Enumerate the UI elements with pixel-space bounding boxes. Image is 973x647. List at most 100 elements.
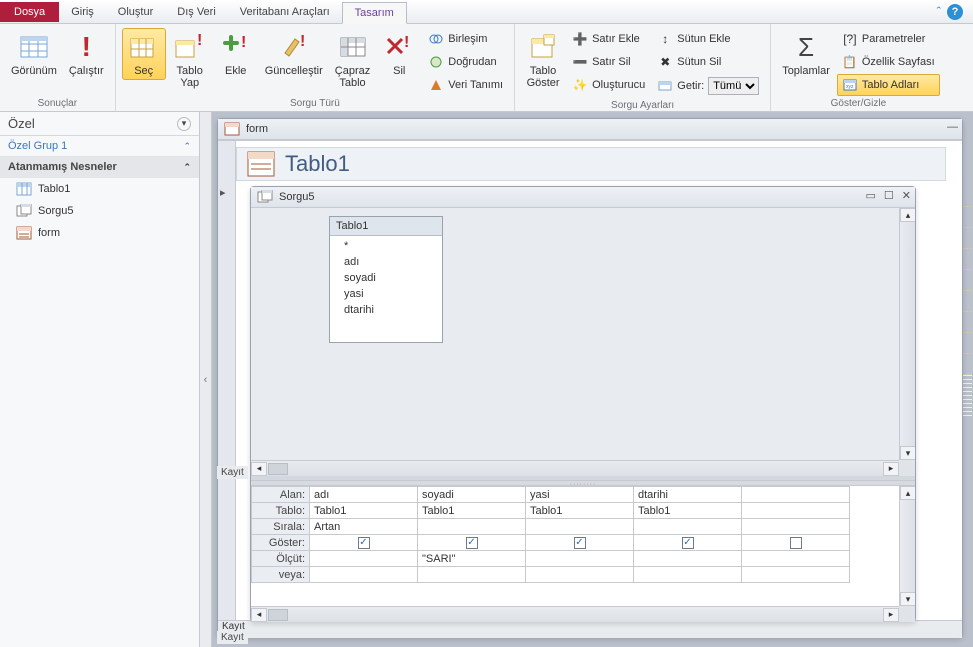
qbe-cell[interactable] — [742, 519, 850, 535]
qbe-row-label-criteria: Ölçüt: — [252, 551, 310, 567]
view-button[interactable]: Görünüm — [6, 28, 62, 80]
form-icon — [16, 226, 32, 240]
property-sheet-button[interactable]: 📋Özellik Sayfası — [837, 51, 940, 73]
tab-dbtools[interactable]: Veritabanı Araçları — [228, 2, 342, 22]
delete-cols-button[interactable]: ✖Sütun Sil — [652, 51, 764, 73]
qbe-cell[interactable]: Tablo1 — [418, 503, 526, 519]
form-logo-icon — [247, 151, 275, 177]
parameters-button[interactable]: [?]Parametreler — [837, 28, 940, 50]
nav-collapse-button[interactable] — [200, 112, 212, 647]
qbe-show-checkbox[interactable]: ✓ — [634, 535, 742, 551]
qbe-cell[interactable]: soyadi — [418, 487, 526, 503]
qbe-cell[interactable]: adı — [310, 487, 418, 503]
help-icon[interactable]: ? — [947, 4, 963, 20]
qbe-cell[interactable] — [310, 551, 418, 567]
qbe-cell[interactable] — [418, 567, 526, 583]
return-combo[interactable]: Getir: Tümü — [652, 74, 764, 98]
qbe-cell[interactable] — [526, 551, 634, 567]
form-header-band: Tablo1 — [236, 147, 946, 181]
qbe-cell[interactable] — [526, 519, 634, 535]
delete-rows-button[interactable]: ➖Satır Sil — [567, 51, 650, 73]
nav-item-tablo1[interactable]: Tablo1 — [0, 178, 199, 200]
qbe-cell[interactable] — [418, 519, 526, 535]
ribbon-minimize-icon[interactable]: ˆ — [937, 4, 941, 19]
record-navigator: Kayıt — [217, 631, 248, 644]
chevron-down-icon[interactable]: ▾ — [177, 117, 191, 131]
menu-tabs: Dosya Giriş Oluştur Dış Veri Veritabanı … — [0, 0, 973, 24]
insert-rows-button[interactable]: ➕Satır Ekle — [567, 28, 650, 50]
make-table-button[interactable]: ! Tablo Yap — [168, 28, 212, 92]
group-results: Görünüm ! Çalıştır Sonuçlar — [0, 24, 116, 111]
qbe-cell[interactable] — [634, 567, 742, 583]
qbe-cell[interactable] — [742, 487, 850, 503]
return-select[interactable]: Tümü — [708, 77, 759, 95]
qbe-cell[interactable]: yasi — [526, 487, 634, 503]
nav-item-sorgu5[interactable]: Sorgu5 — [0, 200, 199, 222]
select-query-button[interactable]: Seç — [122, 28, 166, 80]
form-window-titlebar[interactable]: form — — [218, 119, 962, 140]
qbe-cell[interactable]: Tablo1 — [634, 503, 742, 519]
query-diagram-pane[interactable]: Tablo1 * adı soyadi yasi dtarihi ▴▾ ◂▸ — [251, 208, 915, 480]
passthrough-button[interactable]: Doğrudan — [423, 51, 508, 73]
nav-header[interactable]: Özel ▾ — [0, 112, 199, 136]
table-names-button[interactable]: xyzTablo Adları — [837, 74, 940, 96]
nav-item-form[interactable]: form — [0, 222, 199, 244]
qbe-cell[interactable] — [742, 567, 850, 583]
qbe-cell[interactable] — [310, 567, 418, 583]
nav-group-1[interactable]: Özel Grup 1 ⌃ — [0, 136, 199, 157]
tab-create[interactable]: Oluştur — [106, 2, 165, 22]
qbe-cell[interactable] — [526, 567, 634, 583]
maximize-icon[interactable]: ☐ — [884, 189, 894, 202]
svg-text:!: ! — [241, 34, 246, 51]
close-icon[interactable]: ✕ — [902, 189, 911, 202]
qbe-cell[interactable]: Artan — [310, 519, 418, 535]
record-navigator[interactable]: Kayıt — [218, 620, 962, 638]
run-button[interactable]: ! Çalıştır — [64, 28, 109, 80]
tab-design[interactable]: Tasarım — [342, 2, 407, 24]
field-star[interactable]: * — [344, 238, 436, 254]
tab-file[interactable]: Dosya — [0, 2, 59, 22]
tab-home[interactable]: Giriş — [59, 2, 106, 22]
query-design-grid[interactable]: Alan: adı soyadi yasi dtarihi Tablo: Tab… — [251, 486, 915, 622]
crosstab-button[interactable]: Çapraz Tablo — [330, 28, 375, 92]
nav-group-unassigned[interactable]: Atanmamış Nesneler ⌃ — [0, 157, 199, 178]
minimize-icon[interactable]: — — [947, 121, 958, 133]
query-window[interactable]: Sorgu5 ▭ ☐ ✕ Tablo1 * adı — [250, 186, 916, 622]
field-item[interactable]: adı — [344, 254, 436, 270]
horizontal-scrollbar[interactable]: ◂▸ — [251, 606, 899, 622]
qbe-show-checkbox[interactable]: ✓ — [310, 535, 418, 551]
vertical-scrollbar[interactable]: ▴▾ — [899, 208, 915, 460]
qbe-cell[interactable] — [742, 551, 850, 567]
exclaim-icon: ! — [70, 31, 102, 63]
data-definition-button[interactable]: Veri Tanımı — [423, 74, 508, 96]
update-button[interactable]: ! Güncelleştir — [260, 28, 328, 80]
collapse-icon: ⌃ — [183, 162, 191, 173]
qbe-cell[interactable] — [634, 551, 742, 567]
builder-button[interactable]: ✨Oluşturucu — [567, 74, 650, 96]
field-list-tablo1[interactable]: Tablo1 * adı soyadi yasi dtarihi — [329, 216, 443, 343]
insert-cols-button[interactable]: ↕Sütun Ekle — [652, 28, 764, 50]
totals-button[interactable]: Σ Toplamlar — [777, 28, 835, 80]
vertical-scrollbar[interactable]: ▴▾ — [899, 486, 915, 606]
qbe-cell[interactable]: Tablo1 — [526, 503, 634, 519]
qbe-cell[interactable]: dtarihi — [634, 487, 742, 503]
field-list[interactable]: * adı soyadi yasi dtarihi — [330, 236, 442, 342]
append-button[interactable]: ! Ekle — [214, 28, 258, 80]
qbe-show-checkbox[interactable] — [742, 535, 850, 551]
tab-external[interactable]: Dış Veri — [165, 2, 228, 22]
field-item[interactable]: soyadi — [344, 270, 436, 286]
query-window-titlebar[interactable]: Sorgu5 ▭ ☐ ✕ — [251, 187, 915, 208]
qbe-cell[interactable] — [742, 503, 850, 519]
field-item[interactable]: dtarihi — [344, 302, 436, 318]
delete-query-button[interactable]: ! Sil — [377, 28, 421, 80]
minimize-icon[interactable]: ▭ — [866, 189, 876, 202]
qbe-cell[interactable]: Tablo1 — [310, 503, 418, 519]
qbe-show-checkbox[interactable]: ✓ — [526, 535, 634, 551]
horizontal-scrollbar[interactable]: ◂▸ — [251, 460, 899, 476]
field-item[interactable]: yasi — [344, 286, 436, 302]
union-button[interactable]: Birleşim — [423, 28, 508, 50]
qbe-cell[interactable] — [634, 519, 742, 535]
qbe-cell[interactable]: "SARI" — [418, 551, 526, 567]
show-table-button[interactable]: Tablo Göster — [521, 28, 565, 92]
qbe-show-checkbox[interactable]: ✓ — [418, 535, 526, 551]
